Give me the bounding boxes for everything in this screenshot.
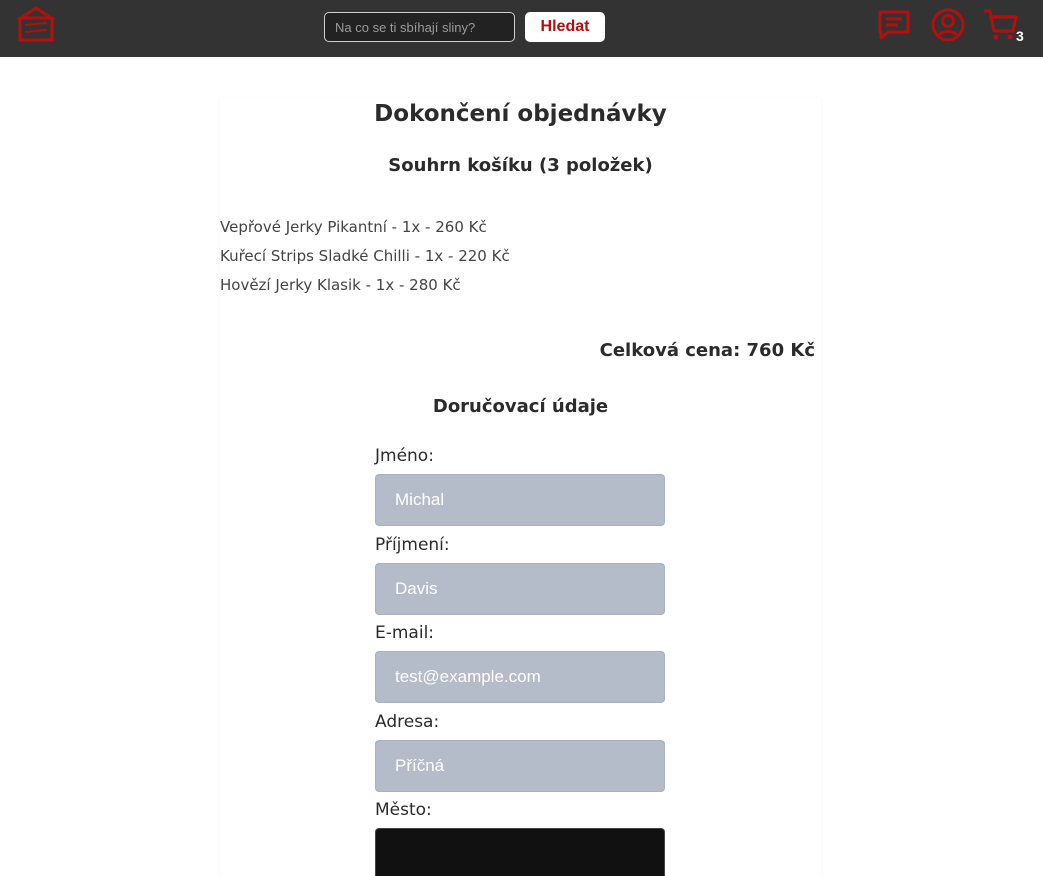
top-navigation-bar: Hledat 3 [0,0,1043,57]
total-price: Celková cena: 760 Kč [599,340,815,361]
city-field: Město: [375,799,665,876]
last-name-input[interactable] [375,563,665,615]
last-name-label: Příjmení: [375,535,450,555]
cart-icon[interactable] [982,7,1018,43]
email-label: E-mail: [375,623,435,643]
first-name-label: Jméno: [375,446,434,466]
address-field: Adresa: [375,711,665,792]
cart-item: Hovězí Jerky Klasik - 1x - 280 Kč [220,276,461,294]
cart-item-list: Vepřové Jerky Pikantní - 1x - 260 Kč Kuř… [220,217,510,304]
city-label: Město: [375,800,432,820]
email-input[interactable] [375,651,665,703]
delivery-title: Doručovací údaje [432,396,609,417]
email-field: E-mail: [375,622,665,703]
search-button[interactable]: Hledat [525,12,605,42]
checkout-card: Dokončení objednávky Souhrn košíku (3 po… [220,97,821,876]
search-input[interactable] [324,12,515,42]
logo-icon[interactable] [14,4,58,44]
first-name-field: Jméno: [375,445,665,526]
address-input[interactable] [375,740,665,792]
address-label: Adresa: [375,712,440,732]
cart-count-badge: 3 [1016,28,1024,44]
chat-icon[interactable] [876,7,912,43]
last-name-field: Příjmení: [375,534,665,615]
cart-summary-title: Souhrn košíku (3 položek) [388,155,653,176]
cart-item: Vepřové Jerky Pikantní - 1x - 260 Kč [220,218,487,236]
user-icon[interactable] [930,7,966,43]
city-input[interactable] [375,828,665,876]
cart-item: Kuřecí Strips Sladké Chilli - 1x - 220 K… [220,247,510,265]
page-title: Dokončení objednávky [374,101,667,127]
first-name-input[interactable] [375,474,665,526]
